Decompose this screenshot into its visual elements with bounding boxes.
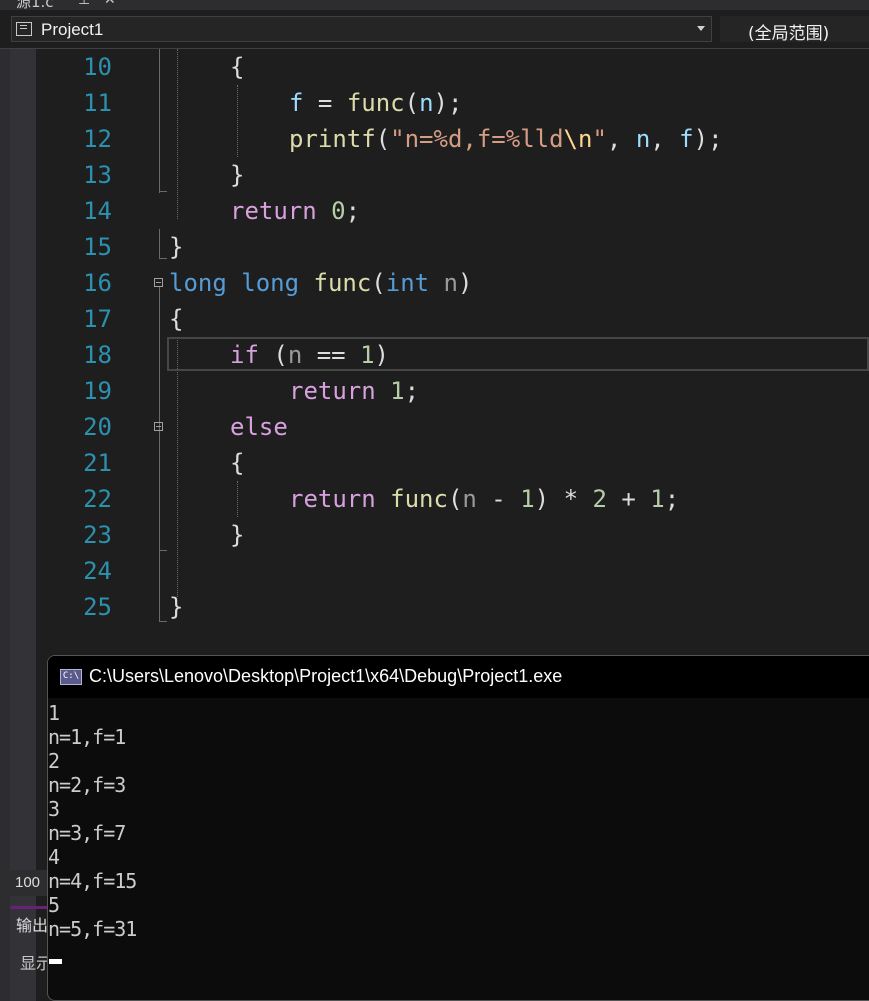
console-line: n=4,f=15 xyxy=(48,869,137,893)
line-number: 17 xyxy=(83,305,112,333)
line-number: 24 xyxy=(83,557,112,585)
line-number: 13 xyxy=(83,161,112,189)
console-line: n=2,f=3 xyxy=(48,773,126,797)
code-line-13: } xyxy=(230,161,245,189)
code-line-10: { xyxy=(230,53,245,81)
console-line: 4 xyxy=(48,845,60,869)
console-cursor xyxy=(49,959,62,964)
document-tab[interactable]: 源1.c xyxy=(16,0,54,10)
line-number: 15 xyxy=(83,233,112,261)
line-number: 20 xyxy=(83,413,112,441)
line-number: 23 xyxy=(83,521,112,549)
line-number: 14 xyxy=(83,197,112,225)
outline-guide xyxy=(159,49,160,193)
code-line-23: } xyxy=(230,521,245,549)
console-title-bar[interactable]: C:\ C:\Users\Lenovo\Desktop\Project1\x64… xyxy=(48,656,869,698)
zoom-level[interactable]: 100 xyxy=(10,870,48,896)
outline-guide xyxy=(159,287,160,622)
code-line-14: return 0; xyxy=(230,197,361,225)
navigation-bar: Project1 (全局范围) xyxy=(0,10,869,49)
line-number: 25 xyxy=(83,593,112,621)
code-line-16: long long func(int n) xyxy=(169,269,473,297)
indent-guide xyxy=(237,481,238,517)
collapse-icon[interactable] xyxy=(154,422,163,431)
code-line-18: if (n == 1) xyxy=(230,341,389,369)
code-line-20: else xyxy=(230,413,288,441)
line-number: 21 xyxy=(83,449,112,477)
project-label: Project1 xyxy=(41,20,104,39)
scope-label: (全局范围) xyxy=(748,24,830,44)
line-number: 11 xyxy=(83,89,112,117)
document-tab-strip: 源1.c ⊥ ✕ xyxy=(0,0,869,10)
code-line-11: f = func(n); xyxy=(289,89,463,117)
outline-guide xyxy=(159,229,160,259)
console-line: 5 xyxy=(48,893,60,917)
console-line: n=1,f=1 xyxy=(48,725,126,749)
editor-gutter xyxy=(10,49,36,1001)
left-tool-strip xyxy=(0,49,10,1001)
console-window[interactable]: C:\ C:\Users\Lenovo\Desktop\Project1\x64… xyxy=(47,655,869,1001)
project-icon xyxy=(16,22,32,36)
console-line: n=5,f=31 xyxy=(48,917,137,941)
project-dropdown[interactable]: Project1 xyxy=(11,16,712,42)
close-icon[interactable]: ✕ xyxy=(104,0,116,8)
line-number: 10 xyxy=(83,53,112,81)
code-line-19: return 1; xyxy=(289,377,420,405)
chevron-down-icon[interactable] xyxy=(697,26,705,31)
indent-guide xyxy=(177,337,178,597)
line-number: 22 xyxy=(83,485,112,513)
outline-guide xyxy=(159,191,167,192)
outline-guide xyxy=(159,550,167,551)
output-tab-indicator xyxy=(10,906,48,909)
console-line: 2 xyxy=(48,749,60,773)
pin-icon[interactable]: ⊥ xyxy=(78,0,90,8)
collapse-icon[interactable] xyxy=(154,278,163,287)
code-line-15: } xyxy=(169,233,184,261)
code-line-22: return func(n - 1) * 2 + 1; xyxy=(289,485,680,513)
line-number: 16 xyxy=(83,269,112,297)
console-output: 1 n=1,f=1 2 n=2,f=3 3 n=3,f=7 4 n=4,f=15… xyxy=(48,701,137,941)
code-line-25: } xyxy=(169,593,184,621)
outline-guide xyxy=(159,258,167,259)
code-line-21: { xyxy=(230,449,245,477)
code-line-17: { xyxy=(169,305,184,333)
indent-guide xyxy=(237,85,238,157)
outline-guide xyxy=(159,621,167,622)
line-number: 18 xyxy=(83,341,112,369)
output-tab[interactable]: 输出 xyxy=(16,912,48,936)
line-number: 19 xyxy=(83,377,112,405)
console-line: n=3,f=7 xyxy=(48,821,126,845)
indent-guide xyxy=(177,49,178,219)
code-line-12: printf("n=%d,f=%lld\n", n, f); xyxy=(289,125,723,153)
console-line: 3 xyxy=(48,797,60,821)
console-title: C:\Users\Lenovo\Desktop\Project1\x64\Deb… xyxy=(89,666,563,686)
console-app-icon: C:\ xyxy=(60,669,82,685)
console-line: 1 xyxy=(48,701,60,725)
line-number: 12 xyxy=(83,125,112,153)
scope-dropdown[interactable]: (全局范围) xyxy=(720,16,869,44)
